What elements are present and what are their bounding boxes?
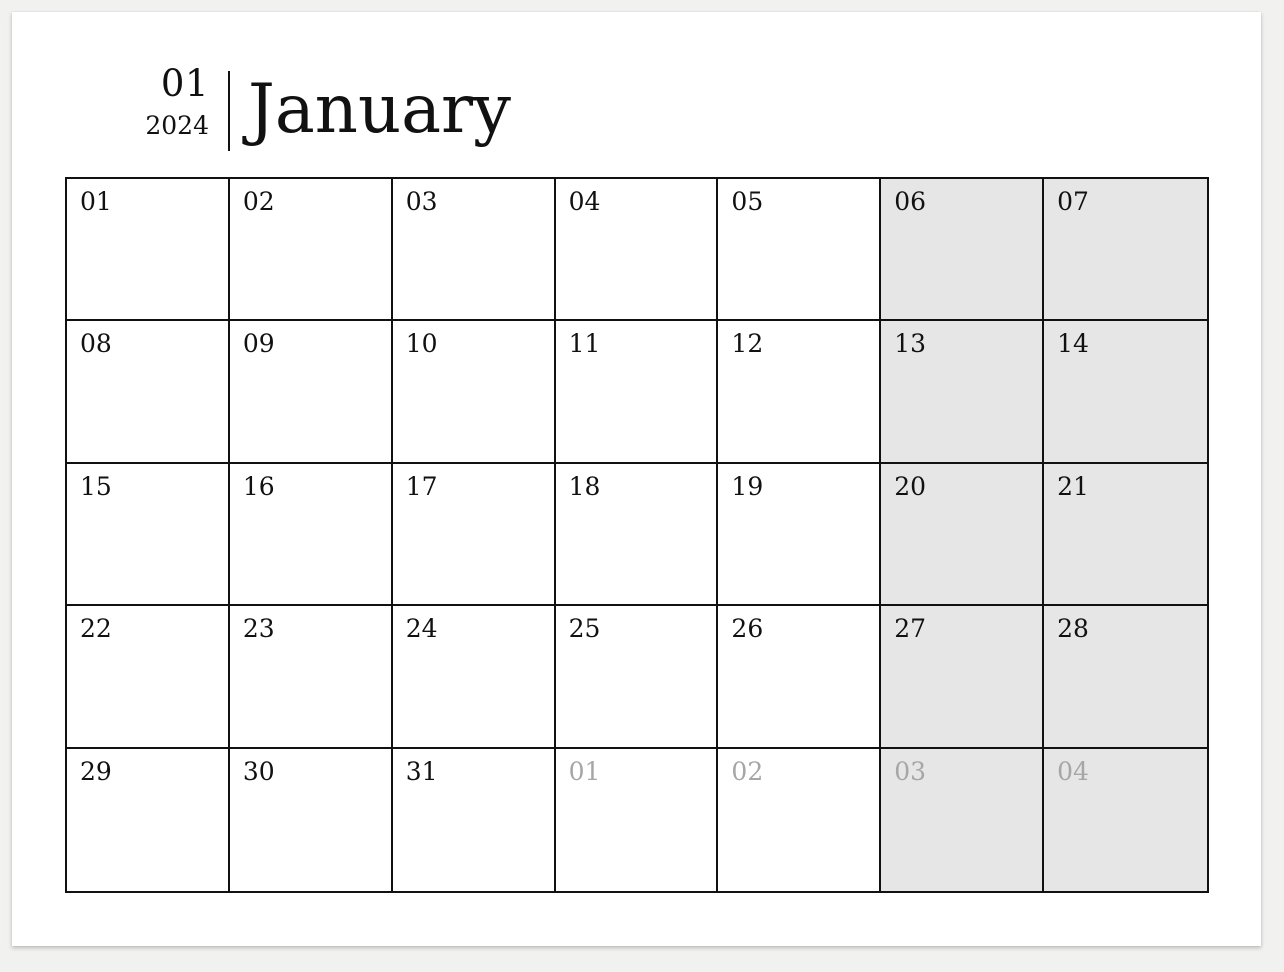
day-number: 11: [568, 329, 601, 359]
day-number: 26: [731, 614, 764, 644]
calendar-header: 01 2024 January: [12, 12, 1261, 172]
day-number: 07: [1057, 187, 1089, 216]
day-number: 18: [568, 471, 601, 501]
calendar-day-cell: 11: [555, 321, 719, 464]
calendar-day-cell: 30: [229, 748, 393, 891]
day-number: 03: [894, 756, 927, 786]
day-number: 24: [405, 614, 438, 644]
calendar-day-cell: 31: [392, 748, 556, 891]
calendar-day-cell: 06: [881, 179, 1045, 322]
day-number: 03: [405, 187, 438, 216]
day-number: 02: [242, 187, 275, 216]
calendar-day-cell: 21: [1044, 463, 1207, 607]
day-number: 04: [1057, 756, 1089, 786]
calendar-day-cell: 28: [1044, 606, 1207, 749]
calendar-day-cell: 24: [392, 606, 556, 749]
calendar-day-cell: 25: [555, 606, 719, 749]
calendar-day-cell: 10: [392, 321, 556, 464]
day-number: 30: [242, 756, 275, 786]
calendar-day-cell: 20: [881, 463, 1045, 607]
calendar-day-cell: 02: [229, 179, 393, 322]
day-number: 15: [80, 471, 112, 501]
calendar-day-cell-other-month: 02: [718, 748, 882, 891]
day-number: 25: [568, 614, 601, 644]
day-number: 31: [405, 756, 438, 786]
calendar-day-cell: 23: [229, 606, 393, 749]
calendar-day-cell: 18: [555, 463, 719, 607]
calendar-day-cell: 03: [392, 179, 556, 322]
calendar-day-cell-other-month: 04: [1044, 748, 1207, 891]
calendar-day-cell: 17: [392, 463, 556, 607]
day-number: 12: [731, 329, 764, 359]
day-number: 01: [568, 756, 601, 786]
day-number: 20: [894, 471, 927, 501]
calendar-day-cell: 01: [67, 179, 230, 322]
calendar-day-cell: 14: [1044, 321, 1207, 464]
calendar-day-cell-other-month: 03: [881, 748, 1045, 891]
year-label: 2024: [145, 111, 209, 140]
calendar-day-cell: 13: [881, 321, 1045, 464]
calendar-day-cell: 08: [67, 321, 230, 464]
day-number: 21: [1057, 471, 1089, 501]
day-number: 22: [80, 614, 112, 644]
calendar-day-cell: 12: [718, 321, 882, 464]
month-title: January: [248, 70, 511, 148]
day-number: 01: [80, 187, 112, 216]
calendar-page: 01 2024 January 01 02 03 04 05 06 07 08 09 10 11 12…: [12, 12, 1261, 946]
day-number: 04: [568, 187, 601, 216]
day-number: 08: [80, 329, 112, 359]
day-number: 28: [1057, 614, 1089, 644]
calendar-day-cell: 09: [229, 321, 393, 464]
day-number: 16: [242, 471, 275, 501]
calendar-day-cell: 04: [555, 179, 719, 322]
calendar-day-cell: 05: [718, 179, 882, 322]
day-number: 09: [242, 329, 275, 359]
calendar-day-cell: 07: [1044, 179, 1207, 322]
day-number: 27: [894, 614, 927, 644]
calendar-day-cell: 16: [229, 463, 393, 607]
day-number: 29: [80, 756, 112, 786]
day-number: 17: [405, 471, 438, 501]
calendar-day-cell: 26: [718, 606, 882, 749]
calendar-day-cell: 29: [67, 748, 230, 891]
day-number: 05: [731, 187, 764, 216]
calendar-day-cell: 27: [881, 606, 1045, 749]
day-number: 06: [894, 187, 927, 216]
header-divider: [228, 71, 230, 151]
day-number: 10: [405, 329, 438, 359]
calendar-day-cell: 15: [67, 463, 230, 607]
calendar-day-cell-other-month: 01: [555, 748, 719, 891]
month-number: 01: [160, 62, 209, 105]
calendar-grid: 01 02 03 04 05 06 07 08 09 10 11 12 13 14 15 16 17 18 19 20…: [65, 177, 1209, 893]
calendar-day-cell: 19: [718, 463, 882, 607]
calendar-day-cell: 22: [67, 606, 230, 749]
day-number: 19: [731, 471, 764, 501]
day-number: 23: [242, 614, 275, 644]
day-number: 14: [1057, 329, 1089, 359]
day-number: 02: [731, 756, 764, 786]
day-number: 13: [894, 329, 927, 359]
